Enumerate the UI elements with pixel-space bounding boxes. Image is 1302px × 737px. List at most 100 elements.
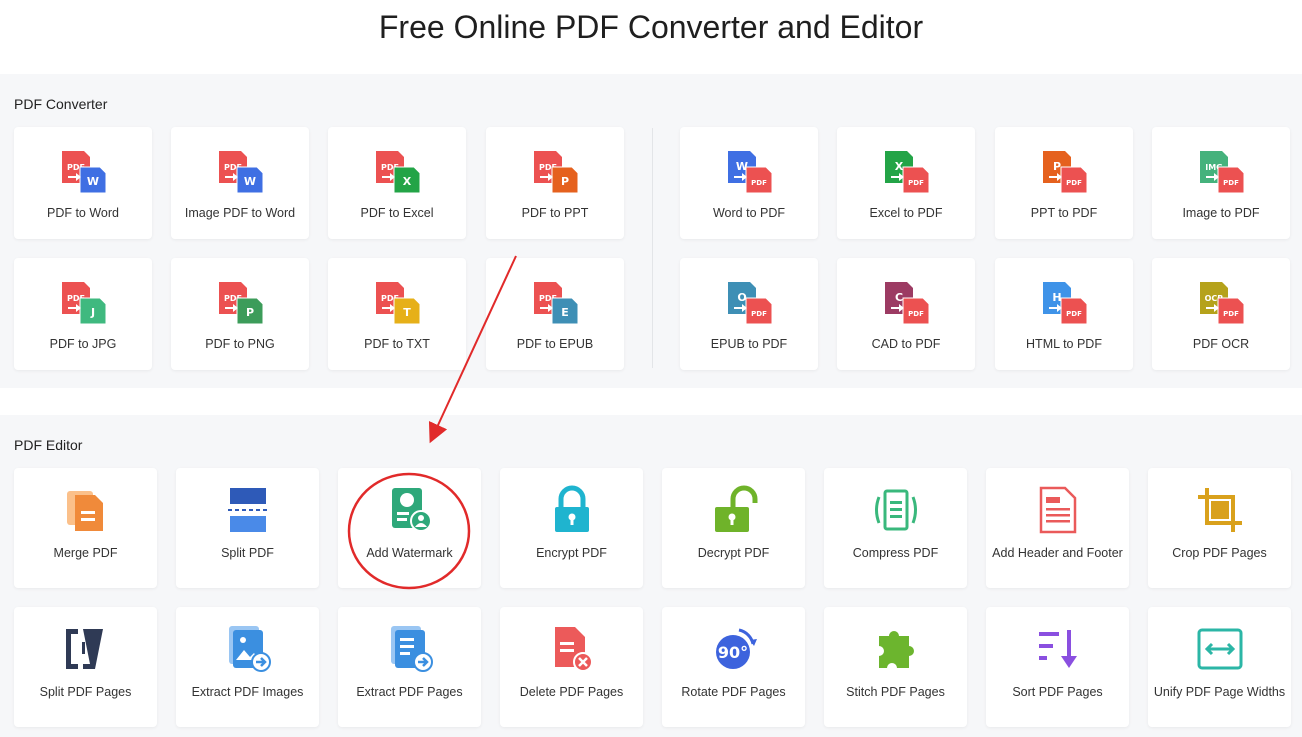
section-title-converter: PDF Converter <box>14 96 108 112</box>
svg-text:PDF: PDF <box>908 179 924 187</box>
editor-card-unify-page-widths[interactable]: Unify PDF Page Widths <box>1148 607 1291 727</box>
card-label: Split PDF <box>221 546 274 560</box>
crop-pdf-pages-icon <box>1195 485 1245 535</box>
editor-card-extract-pdf-pages[interactable]: Extract PDF Pages <box>338 607 481 727</box>
svg-text:P: P <box>246 306 254 319</box>
card-label: Merge PDF <box>53 546 118 560</box>
delete-pdf-pages-icon <box>547 624 597 674</box>
pdf-to-jpg-icon: PDF J <box>58 280 108 325</box>
svg-text:PDF: PDF <box>1066 310 1082 318</box>
editor-card-add-watermark[interactable]: Add Watermark <box>338 468 481 588</box>
pdf-converter-section: PDF Converter PDF W PDF to Word PDF W Im… <box>0 74 1302 388</box>
converter-card-pdf-to-png[interactable]: PDF P PDF to PNG <box>171 258 309 370</box>
svg-text:X: X <box>895 160 904 173</box>
svg-text:C: C <box>895 291 903 304</box>
svg-text:W: W <box>244 175 256 188</box>
converter-card-pdf-ocr[interactable]: OCR PDF PDF OCR <box>1152 258 1290 370</box>
converter-card-pdf-to-excel[interactable]: PDF X PDF to Excel <box>328 127 466 239</box>
card-label: Image to PDF <box>1182 206 1260 220</box>
rotate-pdf-pages-icon: 90° <box>709 624 759 674</box>
card-label: Extract PDF Pages <box>356 685 463 699</box>
split-pdf-icon <box>223 485 273 535</box>
card-label: PDF to EPUB <box>516 337 594 351</box>
converter-card-cad-to-pdf[interactable]: C PDF CAD to PDF <box>837 258 975 370</box>
converter-card-image-to-pdf[interactable]: IMG PDF Image to PDF <box>1152 127 1290 239</box>
card-label: Rotate PDF Pages <box>681 685 786 699</box>
svg-text:W: W <box>87 175 99 188</box>
editor-card-sort-pdf-pages[interactable]: Sort PDF Pages <box>986 607 1129 727</box>
editor-card-decrypt-pdf[interactable]: Decrypt PDF <box>662 468 805 588</box>
editor-card-stitch-pdf-pages[interactable]: Stitch PDF Pages <box>824 607 967 727</box>
divider <box>652 128 653 368</box>
svg-text:PDF: PDF <box>751 310 767 318</box>
card-label: Excel to PDF <box>869 206 943 220</box>
word-to-pdf-icon: W PDF <box>724 149 774 194</box>
svg-text:PDF: PDF <box>908 310 924 318</box>
converter-card-image-pdf-to-word[interactable]: PDF W Image PDF to Word <box>171 127 309 239</box>
ppt-to-pdf-icon: P PDF <box>1039 149 1089 194</box>
section-title-editor: PDF Editor <box>14 437 83 453</box>
page-title: Free Online PDF Converter and Editor <box>378 9 924 45</box>
card-label: Encrypt PDF <box>536 546 607 560</box>
card-label: Image PDF to Word <box>184 206 296 220</box>
converter-card-pdf-to-txt[interactable]: PDF T PDF to TXT <box>328 258 466 370</box>
excel-to-pdf-icon: X PDF <box>881 149 931 194</box>
card-label: HTML to PDF <box>1026 337 1102 351</box>
converter-card-epub-to-pdf[interactable]: O PDF EPUB to PDF <box>680 258 818 370</box>
card-label: PDF OCR <box>1192 337 1250 351</box>
cad-to-pdf-icon: C PDF <box>881 280 931 325</box>
svg-text:E: E <box>561 306 569 319</box>
decrypt-pdf-icon <box>709 485 759 535</box>
editor-card-header-footer[interactable]: Add Header and Footer <box>986 468 1129 588</box>
card-label: Word to PDF <box>712 206 785 220</box>
card-label: PDF to PNG <box>205 337 275 351</box>
editor-card-encrypt-pdf[interactable]: Encrypt PDF <box>500 468 643 588</box>
editor-card-crop-pdf-pages[interactable]: Crop PDF Pages <box>1148 468 1291 588</box>
converter-card-pdf-to-jpg[interactable]: PDF J PDF to JPG <box>14 258 152 370</box>
svg-text:P: P <box>561 175 569 188</box>
editor-card-compress-pdf[interactable]: Compress PDF <box>824 468 967 588</box>
converter-card-html-to-pdf[interactable]: H PDF HTML to PDF <box>995 258 1133 370</box>
card-label: PDF to PPT <box>521 206 589 220</box>
card-label: Decrypt PDF <box>697 546 770 560</box>
converter-card-excel-to-pdf[interactable]: X PDF Excel to PDF <box>837 127 975 239</box>
header-footer-icon <box>1033 485 1083 535</box>
card-label: PDF to Excel <box>360 206 434 220</box>
svg-text:P: P <box>1053 160 1061 173</box>
converter-card-pdf-to-ppt[interactable]: PDF P PDF to PPT <box>486 127 624 239</box>
card-label: Add Header and Footer <box>992 546 1123 560</box>
card-label: Sort PDF Pages <box>1012 685 1103 699</box>
pdf-to-png-icon: PDF P <box>215 280 265 325</box>
extract-pdf-images-icon <box>223 624 273 674</box>
split-pdf-pages-icon <box>61 624 111 674</box>
editor-card-extract-pdf-images[interactable]: Extract PDF Images <box>176 607 319 727</box>
svg-text:PDF: PDF <box>751 179 767 187</box>
editor-card-split-pdf[interactable]: Split PDF <box>176 468 319 588</box>
card-label: Add Watermark <box>366 546 453 560</box>
svg-text:PDF: PDF <box>1066 179 1082 187</box>
svg-text:90°: 90° <box>717 643 747 662</box>
converter-card-pdf-to-word[interactable]: PDF W PDF to Word <box>14 127 152 239</box>
editor-card-split-pdf-pages[interactable]: Split PDF Pages <box>14 607 157 727</box>
editor-card-rotate-pdf-pages[interactable]: 90° Rotate PDF Pages <box>662 607 805 727</box>
pdf-ocr-icon: OCR PDF <box>1196 280 1246 325</box>
card-label: EPUB to PDF <box>710 337 788 351</box>
editor-card-delete-pdf-pages[interactable]: Delete PDF Pages <box>500 607 643 727</box>
converter-card-ppt-to-pdf[interactable]: P PDF PPT to PDF <box>995 127 1133 239</box>
merge-pdf-icon <box>61 485 111 535</box>
card-label: PDF to TXT <box>364 337 430 351</box>
unify-page-widths-icon <box>1195 624 1245 674</box>
card-label: PPT to PDF <box>1030 206 1098 220</box>
pdf-to-txt-icon: PDF T <box>372 280 422 325</box>
converter-card-word-to-pdf[interactable]: W PDF Word to PDF <box>680 127 818 239</box>
svg-text:T: T <box>403 306 411 319</box>
pdf-editor-section: PDF Editor Merge PDF Split PDF Add Waterma… <box>0 415 1302 737</box>
extract-pdf-pages-icon <box>385 624 435 674</box>
card-label: Extract PDF Images <box>191 685 304 699</box>
card-label: PDF to Word <box>46 206 119 220</box>
card-label: Crop PDF Pages <box>1172 546 1267 560</box>
card-label: Compress PDF <box>852 546 939 560</box>
editor-card-merge-pdf[interactable]: Merge PDF <box>14 468 157 588</box>
converter-card-pdf-to-epub[interactable]: PDF E PDF to EPUB <box>486 258 624 370</box>
svg-text:PDF: PDF <box>1223 179 1239 187</box>
